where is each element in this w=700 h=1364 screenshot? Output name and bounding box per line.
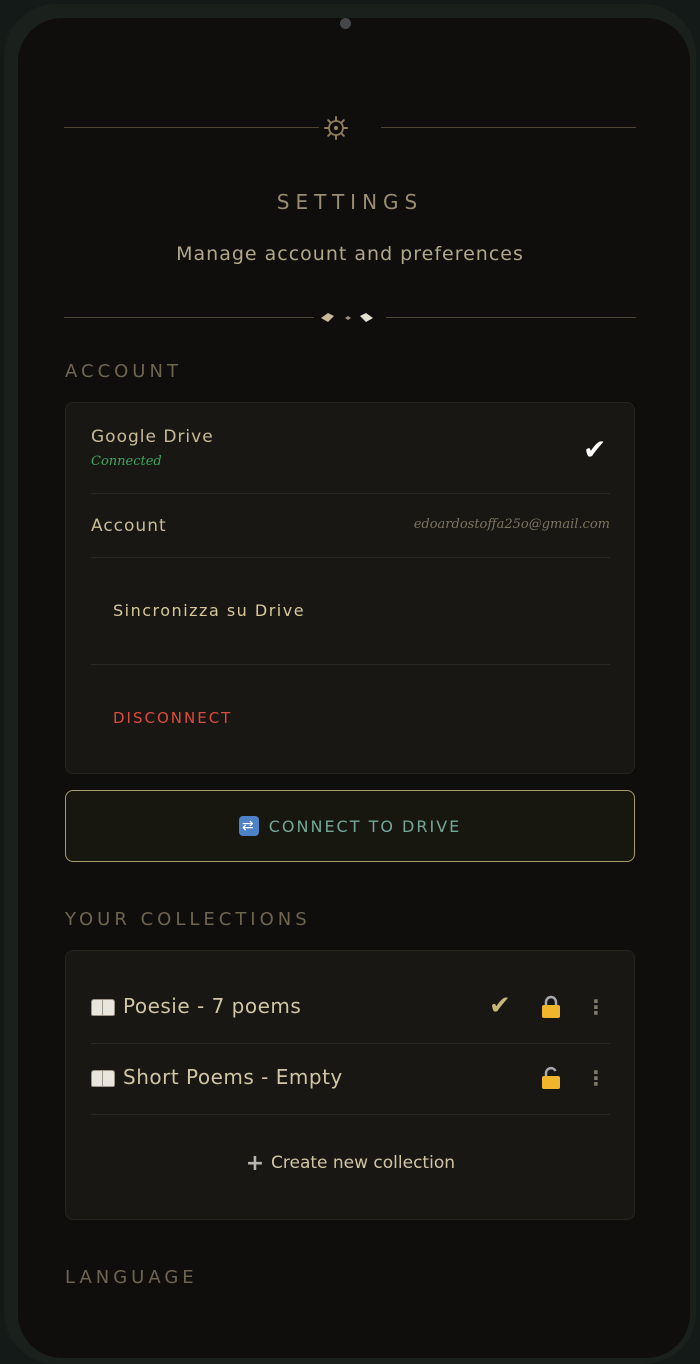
sync-icon: ⇄	[238, 816, 259, 836]
collection-name: Short Poems - Empty	[91, 1065, 343, 1089]
more-options-icon[interactable]: ⋮	[586, 995, 606, 1019]
page-subtitle: Manage account and preferences	[176, 243, 524, 265]
book-icon	[91, 997, 115, 1016]
unlock-icon[interactable]	[540, 1066, 562, 1090]
ornament-rule-left	[64, 317, 314, 318]
collection-divider	[91, 1114, 610, 1115]
header-rule-left	[64, 127, 319, 128]
header-rule-right	[381, 127, 636, 128]
ornament-rule-right	[386, 317, 636, 318]
language-section-title: LANGUAGE	[65, 1267, 198, 1288]
more-options-icon[interactable]: ⋮	[586, 1066, 606, 1090]
collection-item[interactable]: Poesie - 7 poems ✔ ⋮	[66, 951, 634, 1043]
connect-to-drive-button[interactable]: ⇄ CONNECT TO DRIVE	[65, 790, 635, 862]
collection-item[interactable]: Short Poems - Empty ⋮	[66, 1044, 634, 1114]
selected-check-icon[interactable]: ✔	[489, 991, 511, 1021]
account-label: Account	[91, 516, 167, 536]
collection-name: Poesie - 7 poems	[91, 994, 301, 1018]
account-divider	[91, 664, 610, 665]
account-card: Google Drive Connected ✔ Account edoardo…	[65, 402, 635, 774]
account-divider	[91, 493, 610, 494]
check-icon: ✔	[583, 433, 607, 466]
sync-to-drive-button[interactable]: Sincronizza su Drive	[113, 601, 305, 620]
account-divider	[91, 557, 610, 558]
collections-section-title: YOUR COLLECTIONS	[65, 909, 311, 930]
lock-icon[interactable]	[540, 995, 562, 1019]
page-title: SETTINGS	[276, 190, 424, 214]
front-camera	[340, 18, 351, 29]
settings-gear-icon	[324, 116, 348, 140]
connect-to-drive-label: CONNECT TO DRIVE	[268, 816, 462, 836]
create-collection-button[interactable]: + Create new collection	[66, 1150, 634, 1176]
disconnect-button[interactable]: DISCONNECT	[113, 709, 232, 727]
account-email: edoardostoffa25o@gmail.com	[413, 517, 610, 532]
ornament-divider-icon	[321, 313, 373, 322]
plus-icon: +	[245, 1150, 265, 1176]
book-icon	[91, 1068, 115, 1087]
connection-status: Connected	[91, 454, 162, 469]
account-section-title: ACCOUNT	[65, 361, 182, 382]
collections-card: Poesie - 7 poems ✔ ⋮ Short Poems - Empty…	[65, 950, 635, 1220]
google-drive-label: Google Drive	[91, 427, 214, 447]
